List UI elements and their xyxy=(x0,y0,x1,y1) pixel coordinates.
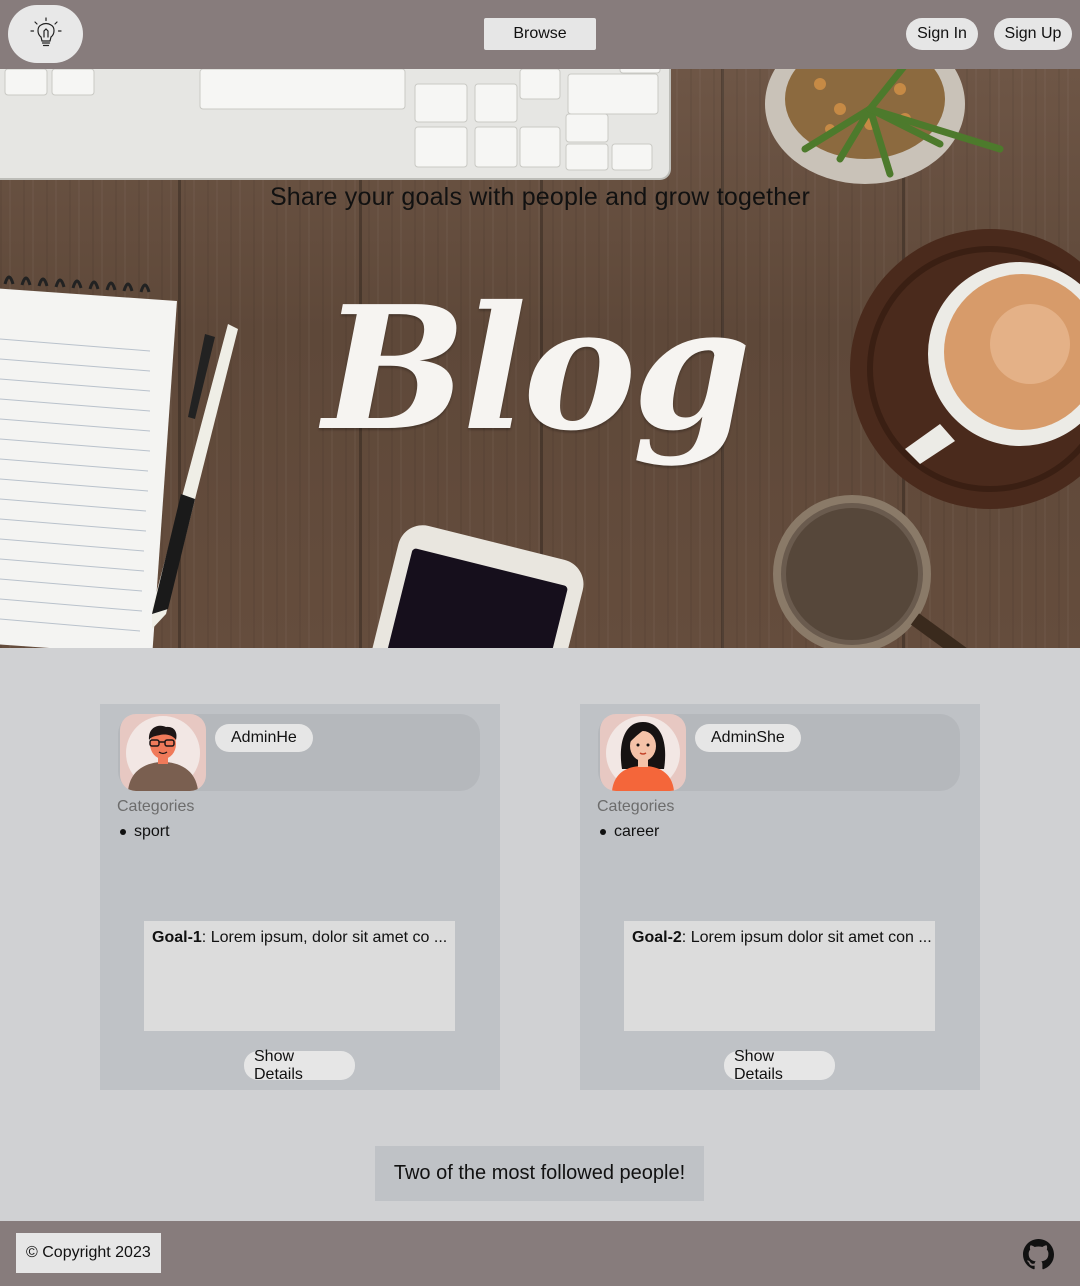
category-item: career xyxy=(600,823,659,841)
goal-preview: Goal-1: Lorem ipsum, dolor sit amet co .… xyxy=(144,921,455,1031)
notepad-illustration xyxy=(0,275,177,648)
category-item: sport xyxy=(120,823,170,841)
category-list: sport xyxy=(120,823,170,841)
author-name[interactable]: AdminHe xyxy=(215,724,313,752)
footer: © Copyright 2023 xyxy=(0,1221,1080,1286)
male-avatar-icon xyxy=(126,716,200,791)
author-card: AdminShe Categories career Goal-2: Lorem… xyxy=(580,704,980,1090)
goal-title: Goal-2 xyxy=(632,929,682,946)
lightbulb-icon xyxy=(29,17,62,47)
category-text: sport xyxy=(134,823,170,840)
magnifier-illustration xyxy=(773,495,967,648)
avatar[interactable] xyxy=(120,714,206,791)
author-name[interactable]: AdminShe xyxy=(695,724,801,752)
author-card: AdminHe Categories sport Goal-1: Lorem i… xyxy=(100,704,500,1090)
hero-tagline: Share your goals with people and grow to… xyxy=(269,183,811,211)
navbar: Browse Sign In Sign Up xyxy=(0,0,1080,69)
show-details-button[interactable]: Show Details xyxy=(244,1048,355,1083)
goal-preview: Goal-2: Lorem ipsum dolor sit amet con .… xyxy=(624,921,935,1031)
author-bar: AdminHe xyxy=(118,714,480,791)
hero-banner: Share your goals with people and grow to… xyxy=(0,69,1080,648)
sign-in-button[interactable]: Sign In xyxy=(906,18,978,50)
browse-button[interactable]: Browse xyxy=(484,18,596,50)
goal-text: : Lorem ipsum dolor sit amet con ... xyxy=(681,929,932,946)
categories-label: Categories xyxy=(597,798,675,815)
keyboard-illustration xyxy=(0,69,671,180)
copyright-text: © Copyright 2023 xyxy=(16,1233,161,1273)
sign-up-button[interactable]: Sign Up xyxy=(994,18,1072,50)
avatar[interactable] xyxy=(600,714,686,791)
female-avatar-icon xyxy=(606,716,680,791)
bullet-icon xyxy=(600,829,606,835)
show-details-button[interactable]: Show Details xyxy=(724,1048,835,1083)
most-followed-banner: Two of the most followed people! xyxy=(375,1146,704,1201)
category-list: career xyxy=(600,823,659,841)
goal-text: : Lorem ipsum, dolor sit amet co ... xyxy=(201,929,448,946)
plant-illustration xyxy=(765,69,1004,184)
bullet-icon xyxy=(120,829,126,835)
github-icon[interactable] xyxy=(1023,1239,1054,1270)
categories-label: Categories xyxy=(117,798,195,815)
author-bar: AdminShe xyxy=(598,714,960,791)
phone-illustration xyxy=(368,525,584,648)
category-text: career xyxy=(614,823,660,840)
logo-button[interactable] xyxy=(8,5,83,63)
coffee-illustration xyxy=(850,229,1080,509)
goal-title: Goal-1 xyxy=(152,929,202,946)
hero-title: Blog xyxy=(322,269,752,469)
